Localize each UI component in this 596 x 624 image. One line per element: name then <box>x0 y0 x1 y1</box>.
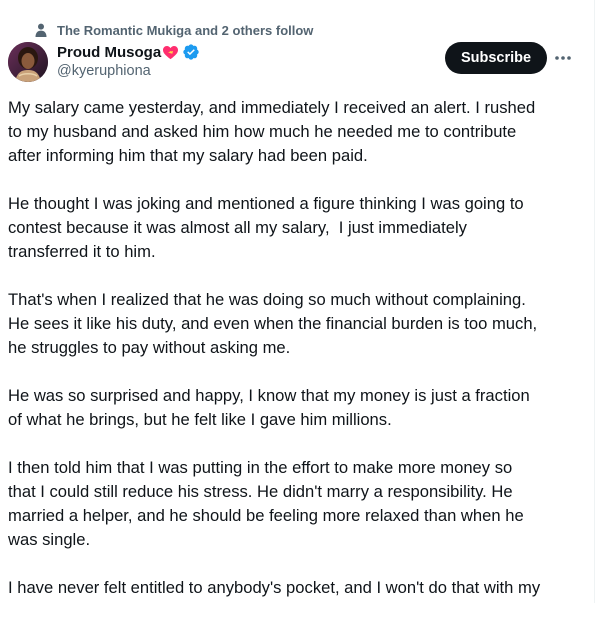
person-icon <box>35 23 47 37</box>
tweet-line: contest because it was almost all my sal… <box>8 218 467 237</box>
verified-badge-icon[interactable] <box>182 43 200 61</box>
more-horizontal-icon <box>555 56 571 60</box>
heart-with-ribbon-icon <box>163 45 179 59</box>
author-name[interactable]: Proud Musoga <box>57 42 200 62</box>
tweet-paragraph: I have never felt entitled to anybody's … <box>8 576 588 600</box>
tweet-line: after informing him that my salary had b… <box>8 146 368 165</box>
tweet-line: married a helper, and he should be feeli… <box>8 506 524 525</box>
more-options-button[interactable] <box>552 48 574 68</box>
tweet-paragraph: He thought I was joking and mentioned a … <box>8 192 588 264</box>
tweet-line: to my husband and asked him how much he … <box>8 122 517 141</box>
tweet-paragraph: He was so surprised and happy, I know th… <box>8 384 588 432</box>
tweet-line: of what he brings, but he felt like I ga… <box>8 410 392 429</box>
tweet-line: My salary came yesterday, and immediatel… <box>8 98 536 117</box>
social-context[interactable]: The Romantic Mukiga and 2 others follow <box>33 20 313 40</box>
tweet-paragraph: That's when I realized that he was doing… <box>8 288 588 360</box>
tweet-line: transferred it to him. <box>8 242 156 261</box>
tweet-line: He was so surprised and happy, I know th… <box>8 386 530 405</box>
tweet-line: was single. <box>8 530 91 549</box>
tweet-line: That's when I realized that he was doing… <box>8 290 526 309</box>
timeline-border <box>594 0 595 603</box>
author-name-text: Proud Musoga <box>57 43 162 61</box>
social-context-text: The Romantic Mukiga and 2 others follow <box>57 22 314 38</box>
tweet-line: I then told him that I was putting in th… <box>8 458 513 477</box>
tweet-text: My salary came yesterday, and immediatel… <box>8 96 588 624</box>
author-handle[interactable]: @kyeruphiona <box>57 63 151 79</box>
tweet-line: He sees it like his duty, and even when … <box>8 314 538 333</box>
tweet-line: that I could still reduce his stress. He… <box>8 482 513 501</box>
tweet-line: I have never felt entitled to anybody's … <box>8 578 541 597</box>
avatar-image <box>8 42 48 82</box>
tweet-paragraph: I then told him that I was putting in th… <box>8 456 588 552</box>
tweet-line: He thought I was joking and mentioned a … <box>8 194 524 213</box>
avatar[interactable] <box>8 42 48 82</box>
subscribe-button[interactable]: Subscribe <box>445 42 547 74</box>
tweet-line: he struggles to pay without asking me. <box>8 338 291 357</box>
tweet-paragraph: My salary came yesterday, and immediatel… <box>8 96 588 168</box>
